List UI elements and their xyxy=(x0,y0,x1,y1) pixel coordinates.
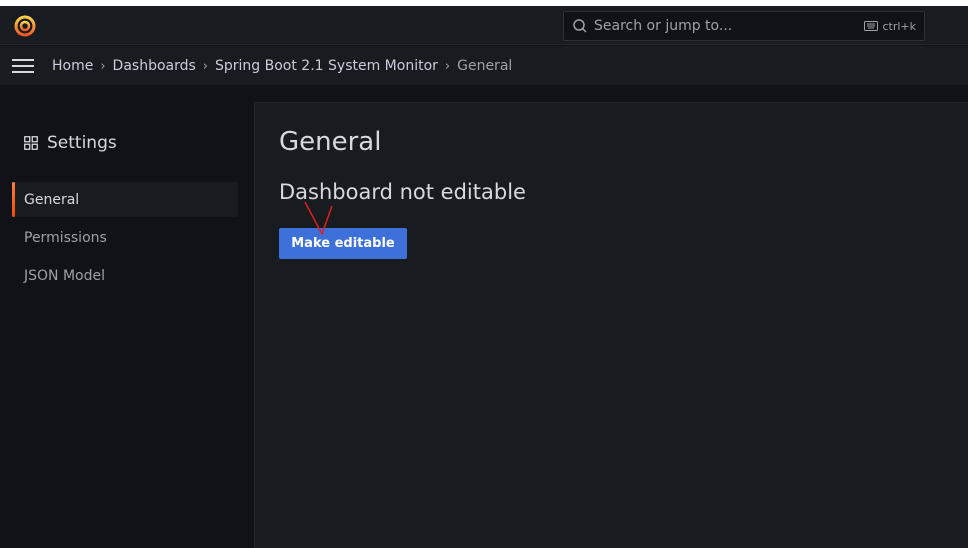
search-placeholder: Search or jump to... xyxy=(594,18,733,34)
grafana-logo-icon[interactable] xyxy=(13,14,37,38)
chevron-right-icon: › xyxy=(100,58,106,74)
shortcut-label: ctrl+k xyxy=(882,19,916,33)
keyboard-shortcut: ctrl+k xyxy=(864,20,916,33)
breadcrumb-bar: Home › Dashboards › Spring Boot 2.1 Syst… xyxy=(0,46,968,86)
breadcrumb: Home › Dashboards › Spring Boot 2.1 Syst… xyxy=(52,46,512,86)
search-icon xyxy=(572,18,588,34)
breadcrumb-home[interactable]: Home xyxy=(52,58,93,74)
grid-icon xyxy=(24,136,38,150)
breadcrumb-current: General xyxy=(457,58,513,74)
top-bar: Search or jump to... ctrl+k xyxy=(0,6,968,45)
settings-content: General Dashboard not editable Make edit… xyxy=(254,102,968,548)
sidebar-item-permissions[interactable]: Permissions xyxy=(12,220,238,255)
cursor-annotation-icon xyxy=(304,201,333,236)
breadcrumb-dashboard[interactable]: Spring Boot 2.1 System Monitor xyxy=(215,58,438,74)
settings-sidebar: Settings General Permissions JSON Model xyxy=(0,86,254,548)
chevron-right-icon: › xyxy=(202,58,208,74)
keyboard-icon xyxy=(864,21,879,31)
menu-icon[interactable] xyxy=(12,58,34,74)
settings-title: Settings xyxy=(24,133,117,153)
page-title: General xyxy=(279,127,382,157)
sidebar-item-label: JSON Model xyxy=(24,267,105,284)
sidebar-item-general[interactable]: General xyxy=(12,182,238,217)
sidebar-item-json-model[interactable]: JSON Model xyxy=(12,258,238,293)
chevron-right-icon: › xyxy=(444,58,451,74)
sidebar-item-label: General xyxy=(24,191,80,208)
breadcrumb-dashboards[interactable]: Dashboards xyxy=(113,58,196,74)
sidebar-item-label: Permissions xyxy=(24,229,107,246)
search-input[interactable]: Search or jump to... ctrl+k xyxy=(563,11,925,41)
settings-title-label: Settings xyxy=(47,133,117,153)
make-editable-button[interactable]: Make editable xyxy=(279,228,407,259)
